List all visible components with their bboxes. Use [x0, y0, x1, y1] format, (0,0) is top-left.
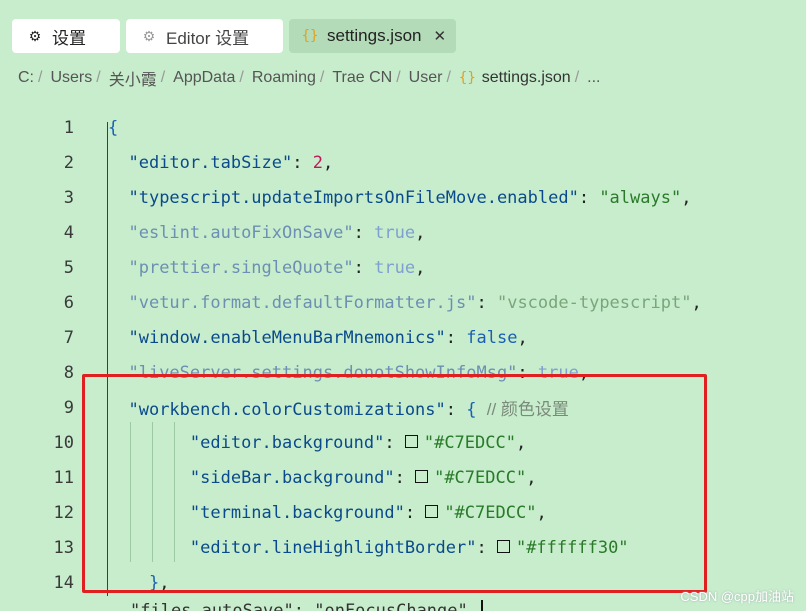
line-number: 8 [63, 362, 74, 383]
code-line: 2 "editor.tabSize": 2, [0, 145, 806, 180]
tab-label: 设置 [52, 28, 86, 48]
highlight-annotation-box [82, 374, 707, 593]
line-number: 14 [53, 572, 74, 593]
breadcrumb-item[interactable]: Users [50, 69, 92, 87]
code-text: "vetur.format.defaultFormatter.js": "vsc… [128, 292, 702, 313]
breadcrumb-separator: / [446, 69, 451, 86]
code-line: 4 "eslint.autoFixOnSave": true, [0, 215, 806, 250]
line-number: 7 [63, 327, 74, 348]
tab-settings[interactable]: ⚙ 设置 [12, 19, 120, 53]
breadcrumb-item[interactable]: C: [18, 69, 34, 87]
breadcrumb-separator: / [319, 69, 325, 86]
close-icon[interactable]: ✕ [434, 27, 447, 45]
breadcrumb-separator: / [38, 69, 43, 86]
code-line: 6 "vetur.format.defaultFormatter.js": "v… [0, 285, 806, 320]
code-line: 5 "prettier.singleQuote": true, [0, 250, 806, 285]
breadcrumb-item[interactable]: Roaming [252, 69, 316, 87]
breadcrumb-item[interactable]: User [409, 69, 443, 87]
code-line: 3 "typescript.updateImportsOnFileMove.en… [0, 180, 806, 215]
breadcrumb-separator: / [396, 69, 401, 86]
line-number: 9 [63, 397, 74, 418]
breadcrumb-item[interactable]: AppData [173, 69, 235, 87]
breadcrumb-item[interactable]: Trae CN [332, 69, 392, 87]
tab-settings-json[interactable]: {} settings.json ✕ [289, 19, 456, 53]
code-line: 1 { [0, 110, 806, 145]
breadcrumb-separator: / [160, 69, 166, 86]
code-text: "window.enableMenuBarMnemonics": false, [128, 327, 528, 348]
code-text: "typescript.updateImportsOnFileMove.enab… [128, 187, 692, 208]
tab-bar: ⚙ 设置 ⚙ Editor 设置 {} settings.json ✕ [0, 0, 806, 58]
line-number: 1 [63, 117, 74, 138]
line-number: 3 [63, 187, 74, 208]
tab-label: Editor 设置 [166, 28, 250, 48]
line-number: 11 [53, 467, 74, 488]
line-number: 2 [63, 152, 74, 173]
breadcrumb: C: / Users / 关小霞 / AppData / Roaming / Trae C… [18, 66, 601, 90]
breadcrumb-separator: / [96, 69, 101, 86]
gear-icon: ⚙ [28, 27, 42, 44]
breadcrumb-more[interactable]: ... [587, 69, 600, 87]
text-cursor [481, 600, 483, 611]
code-line: 7 "window.enableMenuBarMnemonics": false… [0, 320, 806, 355]
breadcrumb-item-file[interactable]: settings.json [482, 69, 571, 87]
line-number: 13 [53, 537, 74, 558]
gear-icon: ⚙ [142, 27, 156, 44]
json-braces-icon: {} [458, 70, 476, 86]
breadcrumb-separator: / [574, 69, 580, 86]
json-braces-icon: {} [301, 28, 319, 44]
code-text: { [108, 117, 119, 138]
tab-label: settings.json [327, 26, 422, 45]
breadcrumb-separator: / [239, 69, 244, 86]
code-line-partial: "files.autoSave": "onFocusChange" [130, 601, 468, 611]
line-number: 10 [53, 432, 74, 453]
line-number: 4 [63, 222, 74, 243]
code-text: "prettier.singleQuote": true, [128, 257, 426, 278]
line-number: 5 [63, 257, 74, 278]
code-text: "eslint.autoFixOnSave": true, [128, 222, 426, 243]
line-number: 6 [63, 292, 74, 313]
code-text: "editor.tabSize": 2, [128, 152, 334, 173]
breadcrumb-item[interactable]: 关小霞 [109, 66, 157, 90]
tab-editor-settings[interactable]: ⚙ Editor 设置 [126, 19, 283, 53]
watermark: CSDN @cpp加油站 [680, 589, 794, 604]
line-number: 12 [53, 502, 74, 523]
